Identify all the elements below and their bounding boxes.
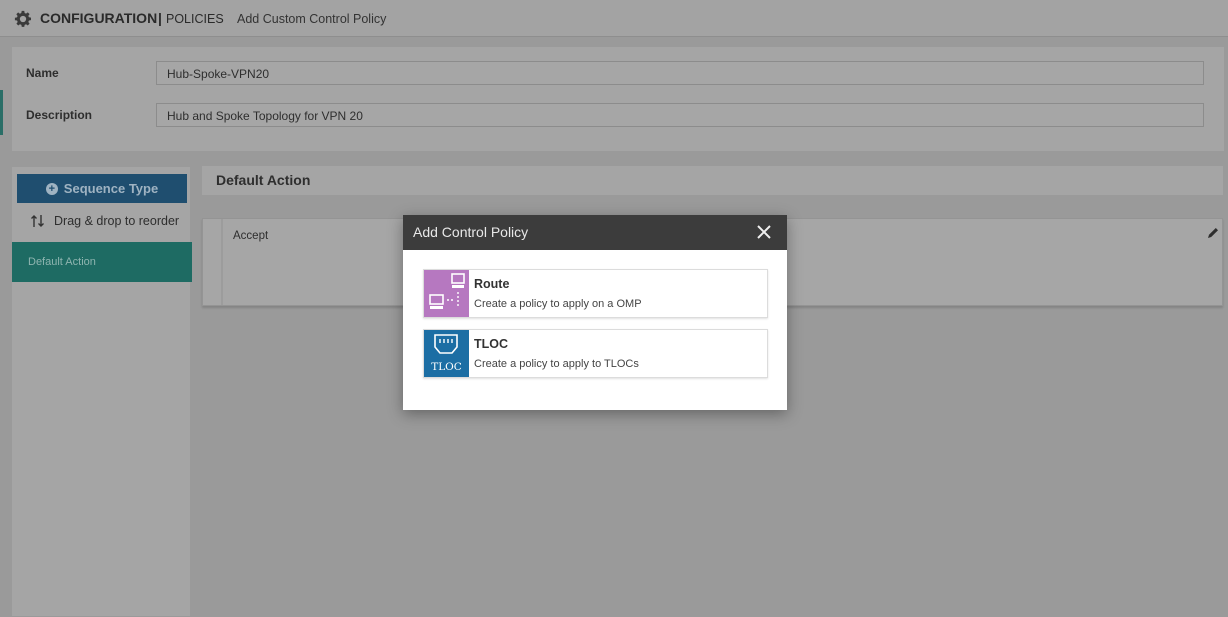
add-control-policy-modal: Add Control Policy Route Create a policy… bbox=[403, 215, 787, 410]
drag-reorder-hint: Drag & drop to reorder bbox=[30, 213, 179, 229]
modal-header: Add Control Policy bbox=[403, 215, 787, 250]
sequence-panel: + Sequence Type Drag & drop to reorder D… bbox=[11, 166, 192, 617]
route-option-description: Create a policy to apply on a OMP bbox=[474, 298, 642, 310]
tloc-option-title: TLOC bbox=[474, 337, 509, 351]
breadcrumb-separator: | bbox=[158, 10, 162, 26]
drag-reorder-label: Drag & drop to reorder bbox=[54, 214, 180, 228]
sequence-type-label: Sequence Type bbox=[63, 181, 159, 196]
close-icon[interactable] bbox=[755, 223, 773, 241]
card-divider bbox=[221, 219, 223, 305]
name-label: Name bbox=[26, 66, 59, 80]
description-field[interactable]: Hub and Spoke Topology for VPN 20 bbox=[156, 103, 1204, 127]
policy-form-panel: Name Hub-Spoke-VPN20 Description Hub and… bbox=[11, 46, 1225, 152]
breadcrumb-configuration[interactable]: CONFIGURATION bbox=[40, 10, 157, 26]
gear-icon bbox=[14, 10, 32, 27]
plus-circle-icon: + bbox=[45, 182, 58, 195]
route-option[interactable]: Route Create a policy to apply on a OMP bbox=[423, 269, 768, 318]
page-title: Add Custom Control Policy bbox=[237, 12, 387, 26]
tloc-option[interactable]: TLOC TLOC Create a policy to apply to TL… bbox=[423, 329, 768, 378]
breadcrumb-policies[interactable]: POLICIES bbox=[166, 12, 224, 26]
modal-title: Add Control Policy bbox=[413, 224, 529, 240]
name-field[interactable]: Hub-Spoke-VPN20 bbox=[156, 61, 1204, 85]
top-header-bar: CONFIGURATION | POLICIES Add Custom Cont… bbox=[0, 0, 1228, 37]
description-label: Description bbox=[26, 108, 93, 122]
sequence-item-default-action[interactable]: Default Action bbox=[12, 242, 192, 282]
default-action-heading: Default Action bbox=[202, 166, 1223, 195]
reorder-arrows-icon bbox=[31, 215, 44, 227]
default-action-value: Accept bbox=[233, 230, 269, 242]
sequence-type-button[interactable]: + Sequence Type bbox=[17, 174, 187, 203]
edit-pencil-icon[interactable] bbox=[1206, 226, 1220, 240]
tloc-icon-text: TLOC bbox=[431, 361, 462, 373]
route-icon bbox=[424, 270, 469, 317]
tloc-option-description: Create a policy to apply to TLOCs bbox=[474, 358, 639, 370]
tloc-icon: TLOC bbox=[424, 330, 469, 377]
route-option-title: Route bbox=[474, 277, 510, 291]
left-edge-accent bbox=[0, 90, 3, 135]
